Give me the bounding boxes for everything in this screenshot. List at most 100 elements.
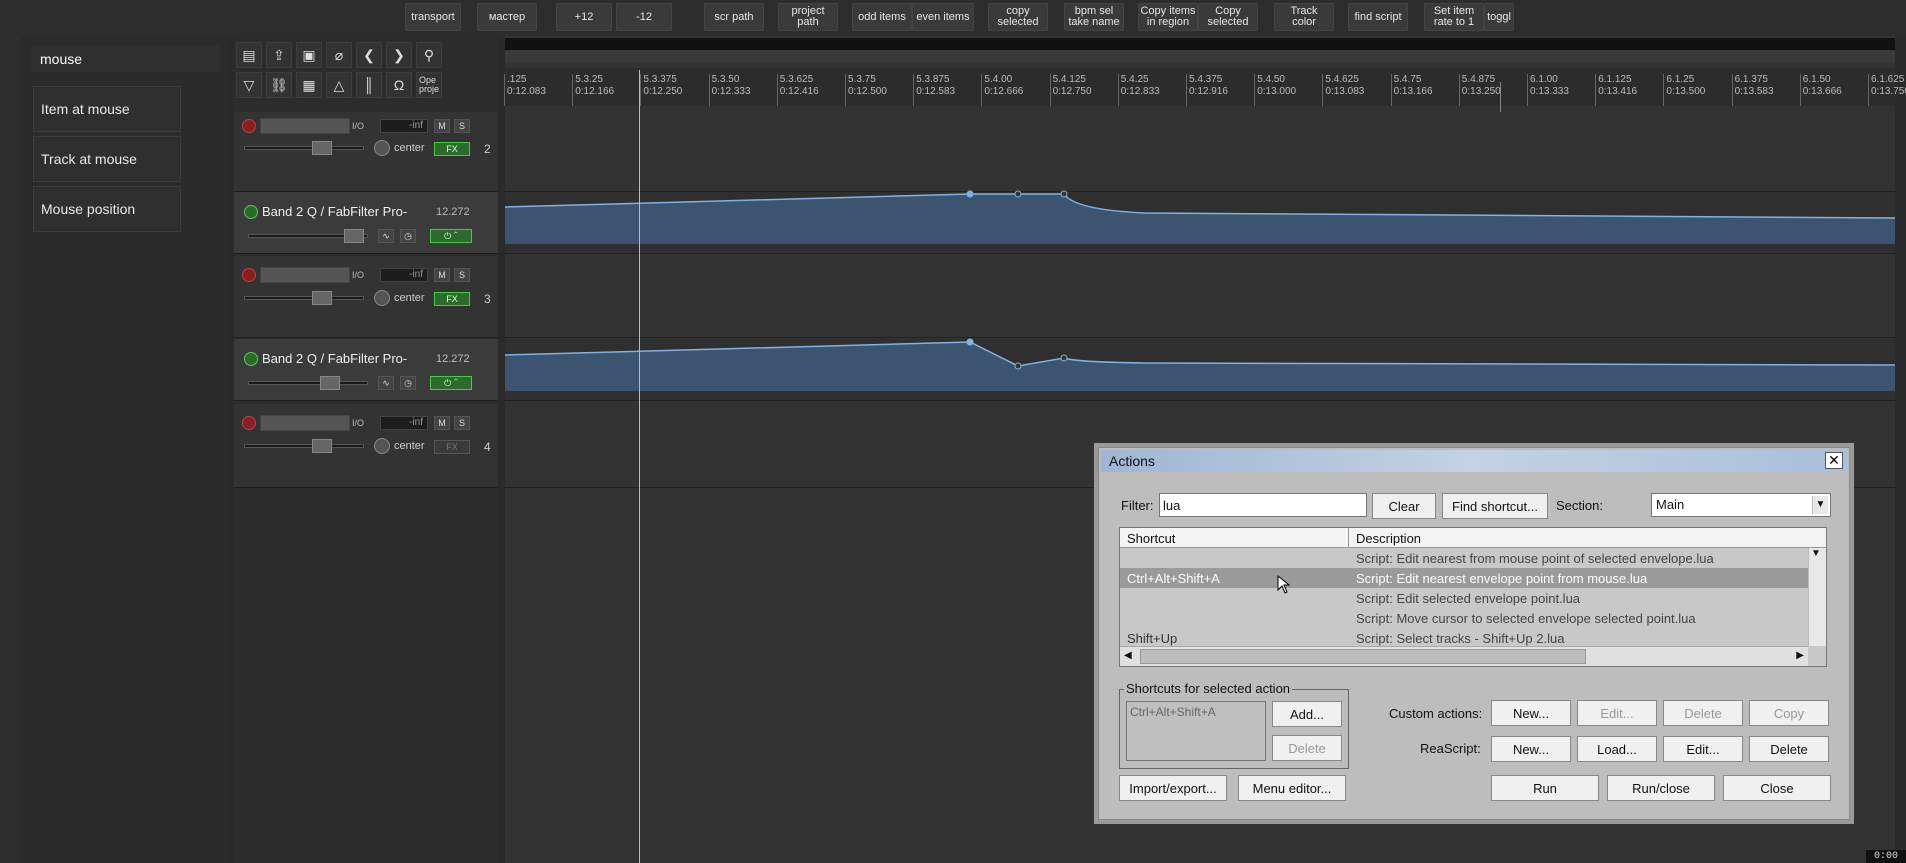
action-row[interactable]: Shift+Up Script: Select tracks - Shift+Up… (1120, 628, 1808, 646)
envelope-mode-icon[interactable]: ◷ (400, 229, 416, 243)
column-shortcut[interactable]: Shortcut (1127, 531, 1175, 546)
envelope-active-icon[interactable] (244, 352, 258, 366)
chevron-down-icon[interactable]: ▼ (1812, 496, 1828, 514)
toolbar-button-copy-selected[interactable]: copy selected (988, 3, 1048, 31)
action-row[interactable]: Script: Edit nearest from mouse point of… (1120, 548, 1808, 568)
toolbar-button-even-items[interactable]: even items (912, 3, 974, 31)
envelope-active-icon[interactable] (244, 205, 258, 219)
envelope-1-point[interactable] (1060, 190, 1068, 198)
toolbar-button-set-item-rate[interactable]: Set item rate to 1 (1424, 3, 1484, 31)
fx-button[interactable]: FX (434, 142, 470, 156)
toolbar-button-copy-items-in-region[interactable]: Copy items in region (1138, 3, 1198, 31)
track-2[interactable]: I/O -inf M S center FX 2 (234, 112, 498, 192)
reascript-new-button[interactable]: New... (1491, 736, 1571, 762)
track-4[interactable]: I/O -inf M S center FX 4 (234, 404, 498, 488)
toolbar-button-find-script[interactable]: find script (1348, 3, 1408, 31)
list-vertical-scrollbar[interactable]: ▼ (1808, 548, 1826, 646)
run-close-button[interactable]: Run/close (1607, 775, 1715, 801)
grid-icon[interactable]: ▦ (296, 72, 322, 98)
clear-button[interactable]: Clear (1372, 493, 1436, 519)
filter-icon[interactable]: ▽ (236, 72, 262, 98)
toolbar-button-toggle[interactable]: toggl (1484, 3, 1514, 31)
envelope-2-point[interactable] (1060, 354, 1068, 362)
scroll-right-icon[interactable]: ▶ (1796, 650, 1804, 661)
volume-fader[interactable] (244, 296, 364, 300)
reascript-delete-button[interactable]: Delete (1749, 736, 1829, 762)
toolbar-button-transport[interactable]: transport (405, 3, 461, 31)
search-result-mouse-position[interactable]: Mouse position (33, 186, 181, 232)
track-name-field[interactable] (260, 118, 350, 134)
column-description[interactable]: Description (1356, 531, 1421, 546)
custom-delete-button[interactable]: Delete (1663, 700, 1743, 726)
search-result-track-at-mouse[interactable]: Track at mouse (33, 136, 181, 182)
envelope-icon[interactable]: △ (326, 72, 352, 98)
filter-input[interactable] (1159, 493, 1367, 517)
envelope-mode-icon[interactable]: ◷ (400, 376, 416, 390)
track-3[interactable]: I/O -inf M S center FX 3 (234, 256, 498, 338)
run-button[interactable]: Run (1491, 775, 1599, 801)
region-bar[interactable] (505, 38, 1895, 50)
scroll-down-icon[interactable]: ▼ (1811, 548, 1821, 559)
attach-icon[interactable]: ⌀ (326, 42, 352, 68)
bars-icon[interactable]: ║ (356, 72, 382, 98)
marker-bar[interactable] (505, 50, 1895, 62)
edit-cursor[interactable] (639, 70, 640, 863)
toolbar-button-master[interactable]: мастер (477, 3, 537, 31)
vertical-scrollbar[interactable] (1895, 110, 1906, 810)
record-arm-icon[interactable] (242, 268, 256, 282)
toolbar-button-plus12[interactable]: +12 (556, 3, 612, 31)
envelope-shape-icon[interactable]: ∿ (378, 229, 394, 243)
shortcut-list[interactable]: Ctrl+Alt+Shift+A (1126, 701, 1266, 761)
io-button[interactable]: I/O (352, 270, 364, 280)
envelope-shape-icon[interactable]: ∿ (378, 376, 394, 390)
delete-shortcut-button[interactable]: Delete (1272, 735, 1342, 761)
envelope-fader[interactable] (248, 381, 368, 385)
snap-icon[interactable]: Ω (386, 72, 412, 98)
menu-editor-button[interactable]: Menu editor... (1238, 775, 1346, 801)
action-row[interactable]: Script: Move cursor to selected envelope… (1120, 608, 1808, 628)
envelope-fader-knob[interactable] (344, 229, 364, 243)
pan-knob[interactable] (374, 438, 390, 454)
reascript-load-button[interactable]: Load... (1577, 736, 1657, 762)
custom-copy-button[interactable]: Copy (1749, 700, 1829, 726)
pan-knob[interactable] (374, 290, 390, 306)
mute-button[interactable]: M (434, 416, 450, 430)
toolbar-button-copy-selected-2[interactable]: Copy selected (1198, 3, 1258, 31)
envelope-lane-2[interactable]: Band 2 Q / FabFilter Pro- 12.272 ∿ ◷ ⏻ ⌃ (234, 339, 498, 401)
volume-fader[interactable] (244, 444, 364, 448)
mute-button[interactable]: M (434, 119, 450, 133)
search-result-item-at-mouse[interactable]: Item at mouse (33, 86, 181, 132)
envelope-2-point[interactable] (1014, 362, 1022, 370)
toolbar-button-scr-path[interactable]: scr path (704, 3, 764, 31)
scroll-thumb[interactable] (1140, 649, 1586, 664)
envelope-arm-button[interactable]: ⏻ ⌃ (430, 229, 472, 243)
toolbar-button-track-color[interactable]: Track color (1274, 3, 1334, 31)
solo-button[interactable]: S (454, 119, 470, 133)
close-button[interactable]: Close (1723, 775, 1831, 801)
action-row-selected[interactable]: Ctrl+Alt+Shift+A Script: Edit nearest env… (1120, 568, 1808, 588)
io-button[interactable]: I/O (352, 121, 364, 131)
envelope-curves[interactable] (505, 180, 1895, 410)
search-input[interactable] (30, 46, 220, 72)
toolbar-button-project-path[interactable]: project path (778, 3, 838, 31)
envelope-1-point[interactable] (966, 190, 974, 198)
solo-button[interactable]: S (454, 268, 470, 282)
add-shortcut-button[interactable]: Add... (1272, 701, 1342, 727)
envelope-fader-knob[interactable] (320, 376, 340, 390)
volume-fader-knob[interactable] (312, 291, 332, 305)
open-project-icon[interactable]: ⇪ (266, 42, 292, 68)
envelope-2-point[interactable] (966, 338, 974, 346)
actions-list[interactable]: Shortcut Description Script: Edit neares… (1119, 527, 1827, 667)
toolbar-button-bpm-sel-take-name[interactable]: bpm sel take name (1064, 3, 1124, 31)
find-shortcut-button[interactable]: Find shortcut... (1442, 493, 1548, 519)
record-arm-icon[interactable] (242, 416, 256, 430)
fx-button[interactable]: FX (434, 440, 470, 454)
fx-button[interactable]: FX (434, 292, 470, 306)
link-icon[interactable]: ⛓ (266, 72, 292, 98)
dialog-close-button[interactable]: ✕ (1825, 452, 1843, 469)
pan-knob[interactable] (374, 140, 390, 156)
envelope-1-point[interactable] (1014, 190, 1022, 198)
import-export-button[interactable]: Import/export... (1119, 775, 1227, 801)
mute-button[interactable]: M (434, 268, 450, 282)
metronome-icon[interactable]: ⚲ (416, 42, 442, 68)
